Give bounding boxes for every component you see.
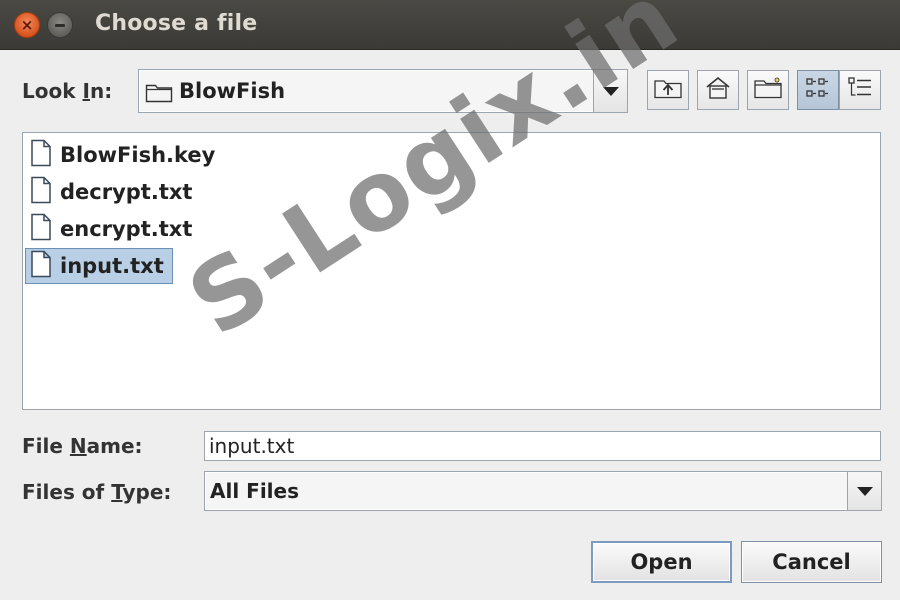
look-in-dropdown-button[interactable] bbox=[593, 70, 627, 112]
up-one-level-icon bbox=[653, 76, 683, 104]
file-icon bbox=[30, 139, 52, 171]
file-name: decrypt.txt bbox=[60, 180, 193, 204]
look-in-label: Look In: bbox=[22, 79, 113, 103]
list-view-icon bbox=[804, 75, 832, 105]
files-of-type-value: All Files bbox=[210, 479, 299, 503]
up-one-level-button[interactable] bbox=[647, 70, 689, 110]
file-name: encrypt.txt bbox=[60, 217, 193, 241]
new-folder-button[interactable] bbox=[747, 70, 789, 110]
close-window-button[interactable]: × bbox=[14, 12, 40, 38]
file-list[interactable]: BlowFish.key decrypt.txt encrypt.txt inp… bbox=[22, 132, 881, 410]
folder-icon bbox=[145, 81, 173, 107]
look-in-value: BlowFish bbox=[179, 79, 286, 103]
home-button[interactable] bbox=[697, 70, 739, 110]
new-folder-icon bbox=[753, 76, 783, 104]
file-name-input[interactable] bbox=[204, 431, 881, 461]
file-list-item[interactable]: encrypt.txt bbox=[25, 211, 201, 247]
file-name-label: File Name: bbox=[22, 434, 143, 458]
files-of-type-label: Files of Type: bbox=[22, 480, 172, 504]
title-bar: × Choose a file bbox=[0, 0, 900, 50]
look-in-combo[interactable]: BlowFish bbox=[138, 69, 628, 113]
minimize-icon bbox=[55, 23, 65, 27]
file-icon bbox=[30, 176, 52, 208]
home-icon bbox=[703, 75, 733, 105]
file-icon bbox=[30, 213, 52, 245]
files-of-type-combo[interactable]: All Files bbox=[204, 471, 882, 511]
files-of-type-dropdown-button[interactable] bbox=[847, 472, 881, 510]
file-icon bbox=[30, 250, 52, 282]
details-view-icon bbox=[846, 75, 874, 105]
open-button[interactable]: Open bbox=[591, 541, 732, 583]
file-list-item-selected[interactable]: input.txt bbox=[25, 248, 173, 284]
file-list-item[interactable]: decrypt.txt bbox=[25, 174, 201, 210]
cancel-button[interactable]: Cancel bbox=[741, 541, 882, 583]
minimize-window-button[interactable] bbox=[47, 12, 73, 38]
list-view-button[interactable] bbox=[797, 70, 839, 110]
file-list-item[interactable]: BlowFish.key bbox=[25, 137, 224, 173]
file-name: input.txt bbox=[60, 254, 164, 278]
details-view-button[interactable] bbox=[839, 70, 881, 110]
chevron-down-icon bbox=[602, 86, 619, 96]
chevron-down-icon bbox=[856, 486, 873, 496]
file-name: BlowFish.key bbox=[60, 143, 216, 167]
close-icon: × bbox=[20, 16, 34, 34]
window-title: Choose a file bbox=[95, 11, 258, 36]
